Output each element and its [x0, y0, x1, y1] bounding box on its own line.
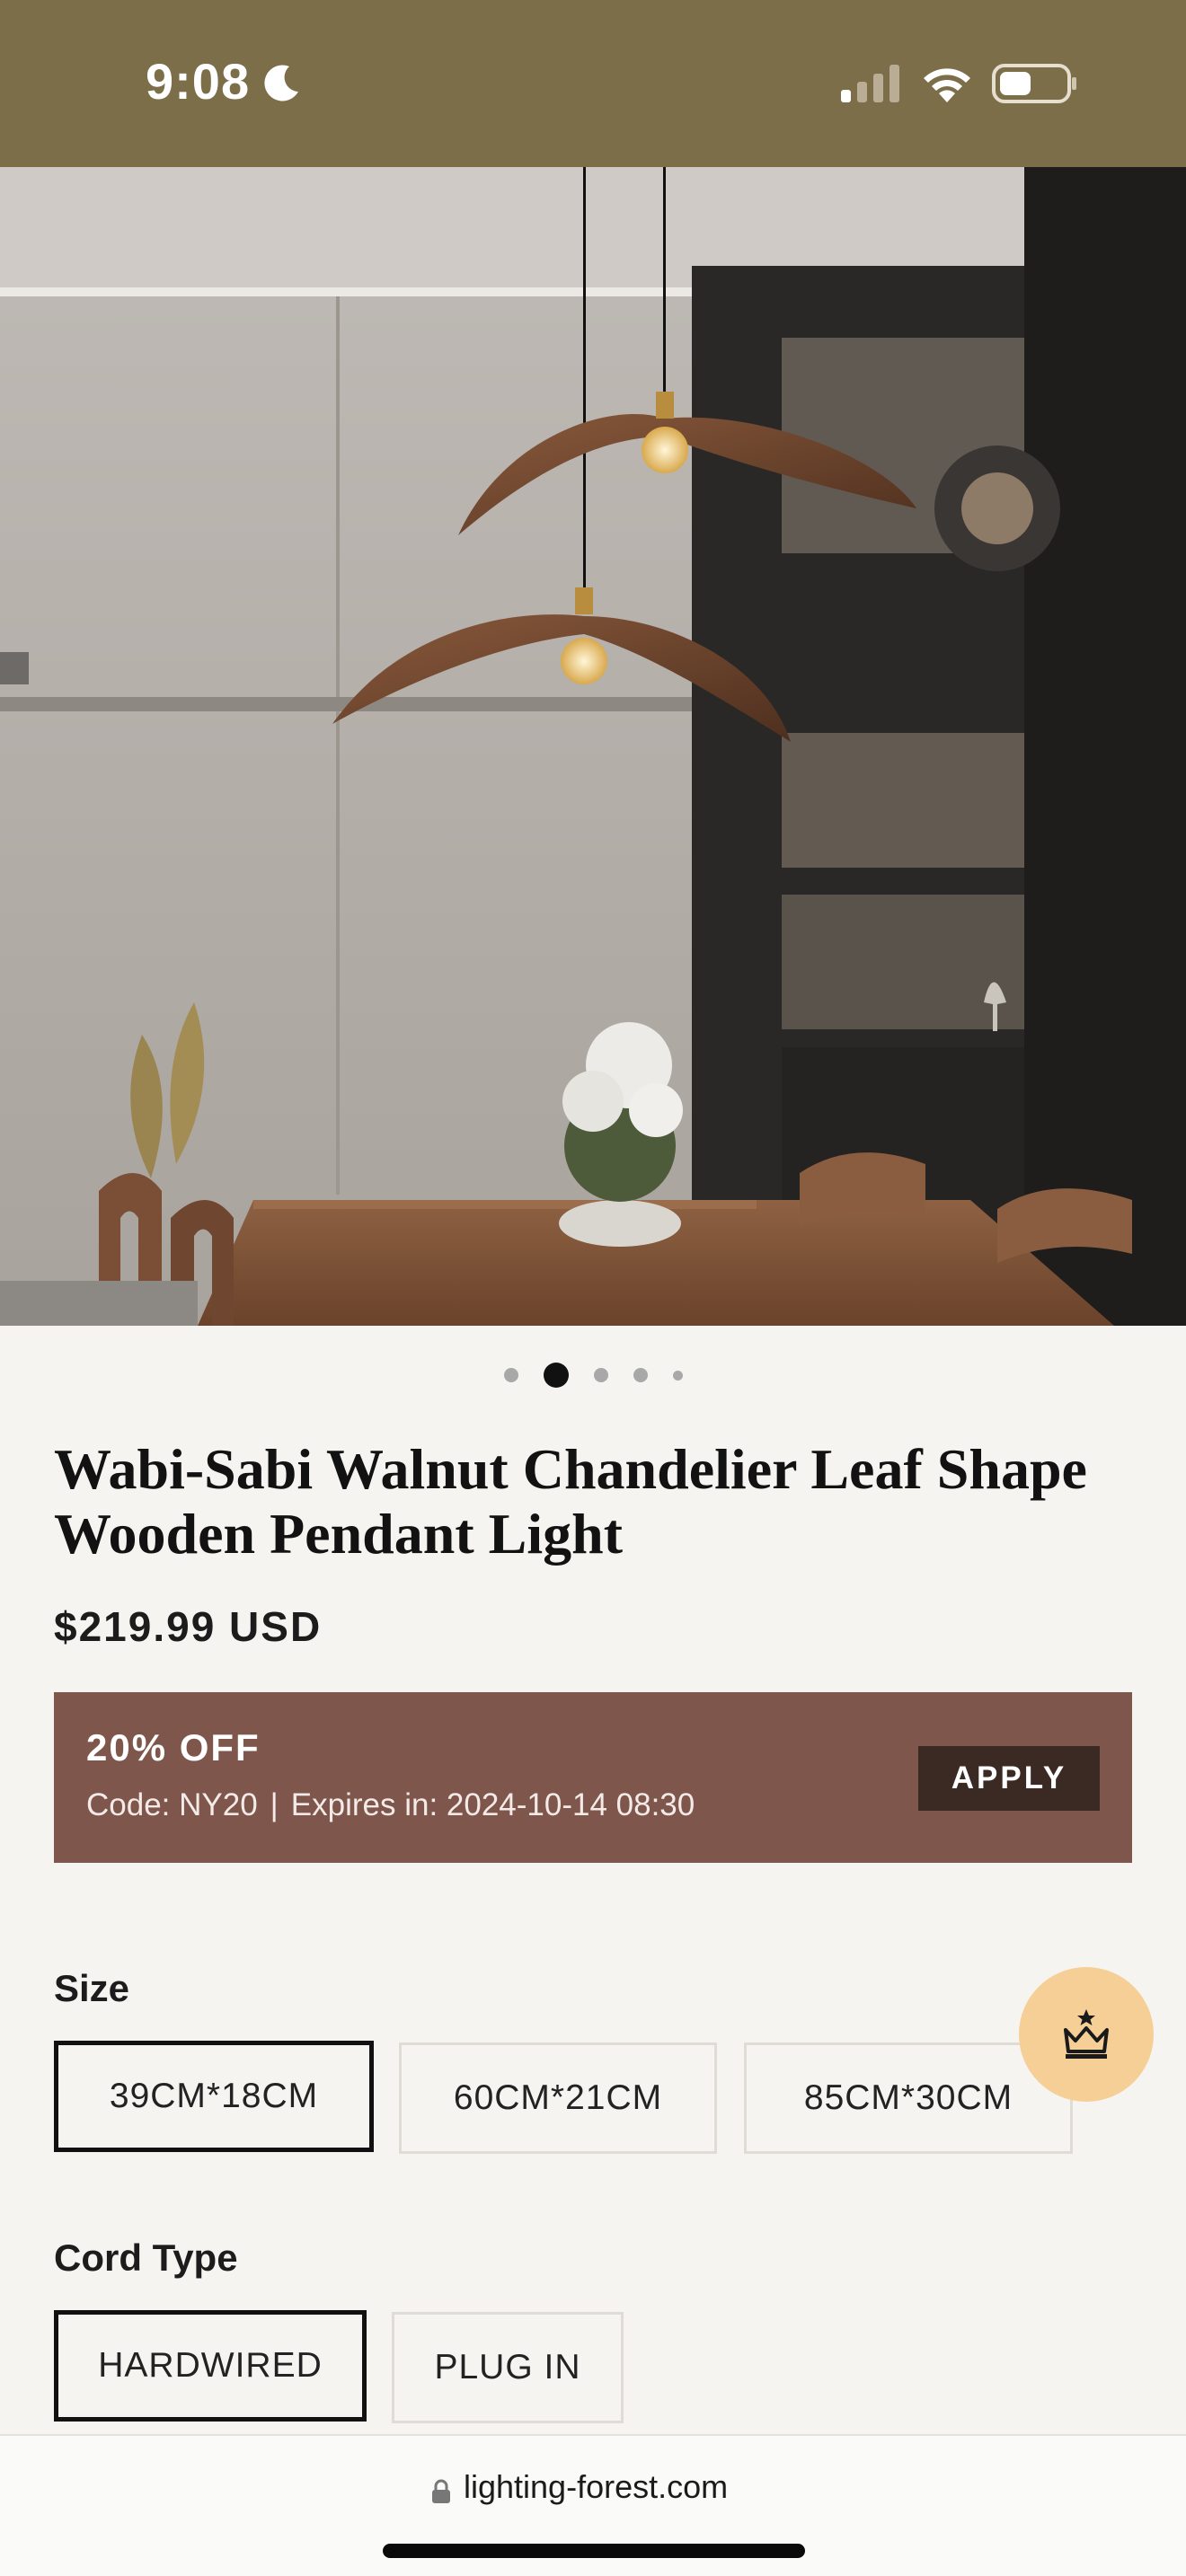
- coupon-details: Code: NY20 | Expires in: 2024-10-14 08:30: [86, 1787, 695, 1823]
- url-text[interactable]: lighting-forest.com: [464, 2468, 728, 2506]
- product-image[interactable]: [0, 167, 1186, 1326]
- product-price: $219.99 USD: [54, 1603, 323, 1650]
- size-option-39cm[interactable]: 39CM*18CM: [54, 2041, 374, 2152]
- battery-icon: [992, 64, 1076, 103]
- carousel-dot[interactable]: [633, 1368, 648, 1382]
- status-bar: 9:08: [0, 0, 1186, 167]
- cellular-signal-icon: [841, 65, 899, 102]
- carousel-dot[interactable]: [503, 1368, 518, 1382]
- carousel-dot-active[interactable]: [543, 1363, 569, 1388]
- cord-option-hardwired[interactable]: HARDWIRED: [54, 2310, 367, 2422]
- browser-address-bar[interactable]: lighting-forest.com: [0, 2434, 1186, 2576]
- coupon-banner: 20% OFF Code: NY20 | Expires in: 2024-10-1…: [54, 1692, 1132, 1863]
- size-option-60cm[interactable]: 60CM*21CM: [399, 2042, 717, 2154]
- wifi-icon: [924, 68, 970, 102]
- status-time: 9:08: [146, 53, 251, 110]
- cord-option-plug-in[interactable]: PLUG IN: [392, 2312, 624, 2423]
- apply-coupon-button[interactable]: APPLY: [918, 1746, 1100, 1811]
- product-title: Wabi-Sabi Walnut Chandelier Leaf Shape W…: [54, 1437, 1087, 1566]
- coupon-code: Code: NY20: [86, 1787, 258, 1822]
- product-photo-illustration: [0, 167, 1186, 1326]
- coupon-separator: |: [270, 1787, 279, 1822]
- carousel-dot[interactable]: [672, 1370, 683, 1381]
- carousel-dot[interactable]: [593, 1368, 608, 1382]
- moon-icon: [264, 65, 298, 101]
- image-carousel-dots[interactable]: [0, 1362, 1186, 1389]
- cord-type-label: Cord Type: [54, 2236, 238, 2279]
- home-indicator[interactable]: [383, 2544, 805, 2558]
- rewards-button[interactable]: [1019, 1967, 1154, 2102]
- size-label: Size: [54, 1967, 130, 2009]
- lock-icon: [432, 2479, 450, 2503]
- coupon-expiry: Expires in: 2024-10-14 08:30: [290, 1787, 695, 1822]
- crown-icon: [1064, 2009, 1109, 2059]
- coupon-headline: 20% OFF: [86, 1726, 261, 1769]
